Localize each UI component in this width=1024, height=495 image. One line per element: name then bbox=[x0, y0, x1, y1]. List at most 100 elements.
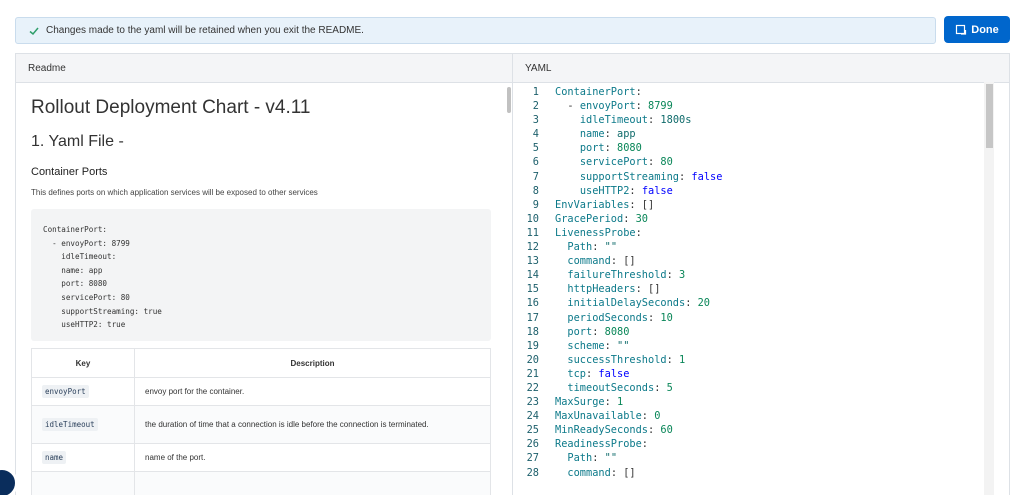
line-number: 15 bbox=[526, 283, 539, 296]
line-code[interactable]: MaxSurge: 1 bbox=[539, 395, 623, 409]
line-number: 18 bbox=[526, 325, 539, 338]
keys-table: Key Description envoyPort envoy port for… bbox=[31, 348, 491, 495]
line-code[interactable]: EnvVariables: [] bbox=[539, 198, 654, 212]
table-description: the duration of time that a connection i… bbox=[134, 405, 491, 444]
readme-header: Readme bbox=[28, 63, 66, 74]
line-number: 1 bbox=[532, 86, 539, 98]
yaml-line[interactable]: 13 command: [] bbox=[513, 254, 993, 268]
line-code[interactable]: MaxUnavailable: 0 bbox=[539, 409, 660, 423]
yaml-line[interactable]: 18 port: 8080 bbox=[513, 325, 993, 339]
line-code[interactable]: ContainerPort: bbox=[539, 85, 642, 99]
yaml-line[interactable]: 7 supportStreaming: false bbox=[513, 170, 993, 184]
yaml-line[interactable]: 22 timeoutSeconds: 5 bbox=[513, 381, 993, 395]
yaml-line[interactable]: 6 servicePort: 80 bbox=[513, 155, 993, 169]
yaml-line[interactable]: 10 GracePeriod: 30 bbox=[513, 212, 993, 226]
yaml-line[interactable]: 5 port: 8080 bbox=[513, 141, 993, 155]
check-icon bbox=[29, 27, 39, 35]
yaml-line[interactable]: 8 useHTTP2: false bbox=[513, 184, 993, 198]
line-code[interactable]: supportStreaming: false bbox=[539, 170, 723, 184]
table-key: name bbox=[42, 451, 67, 464]
line-code[interactable]: initialDelaySeconds: 20 bbox=[539, 296, 710, 310]
yaml-line[interactable]: 16 initialDelaySeconds: 20 bbox=[513, 296, 993, 310]
line-code[interactable]: MinReadySeconds: 60 bbox=[539, 423, 673, 437]
yaml-line[interactable]: 20 successThreshold: 1 bbox=[513, 353, 993, 367]
yaml-scrollbar-thumb[interactable] bbox=[986, 84, 993, 148]
line-number: 24 bbox=[526, 410, 539, 423]
line-code[interactable]: timeoutSeconds: 5 bbox=[539, 381, 672, 395]
table-row: envoyPort envoy port for the container. bbox=[31, 377, 491, 406]
yaml-line[interactable]: 4 name: app bbox=[513, 127, 993, 141]
line-number: 4 bbox=[532, 128, 539, 141]
line-number: 12 bbox=[526, 241, 539, 254]
line-code[interactable]: - envoyPort: 8799 bbox=[539, 99, 672, 113]
yaml-line[interactable]: 23 MaxSurge: 1 bbox=[513, 395, 993, 409]
line-code[interactable]: failureThreshold: 3 bbox=[539, 268, 685, 282]
line-code[interactable]: port: 8080 bbox=[539, 325, 629, 339]
done-button[interactable]: Done bbox=[944, 16, 1010, 43]
info-notice: Changes made to the yaml will be retaine… bbox=[15, 17, 936, 44]
line-code[interactable]: Path: "" bbox=[539, 240, 617, 254]
readme-scrollbar[interactable] bbox=[507, 87, 511, 113]
line-number: 8 bbox=[532, 184, 539, 197]
line-number: 17 bbox=[526, 311, 539, 324]
line-code[interactable]: GracePeriod: 30 bbox=[539, 212, 648, 226]
line-number: 20 bbox=[526, 353, 539, 366]
yaml-line[interactable]: 2 - envoyPort: 8799 bbox=[513, 99, 993, 113]
yaml-line[interactable]: 12 Path: "" bbox=[513, 240, 993, 254]
readme-yaml-panel: Readme YAML Rollout Deployment Chart - v… bbox=[15, 53, 1010, 495]
done-button-label: Done bbox=[971, 23, 999, 36]
line-code[interactable]: scheme: "" bbox=[539, 339, 629, 353]
yaml-line[interactable]: 25 MinReadySeconds: 60 bbox=[513, 423, 993, 437]
line-code[interactable]: LivenessProbe: bbox=[539, 226, 642, 240]
line-code[interactable]: name: app bbox=[539, 127, 636, 141]
readme-pane: Rollout Deployment Chart - v4.11 1. Yaml… bbox=[16, 83, 512, 495]
yaml-line[interactable]: 9 EnvVariables: [] bbox=[513, 198, 993, 212]
table-header-description: Description bbox=[134, 348, 491, 378]
line-number: 22 bbox=[526, 381, 539, 394]
line-code[interactable]: command: [] bbox=[539, 254, 635, 268]
yaml-line[interactable]: 24 MaxUnavailable: 0 bbox=[513, 409, 993, 423]
line-number: 16 bbox=[526, 297, 539, 310]
table-header-key: Key bbox=[31, 348, 135, 378]
line-number: 28 bbox=[526, 466, 539, 479]
line-code[interactable]: idleTimeout: 1800s bbox=[539, 113, 692, 127]
line-code[interactable]: command: [] bbox=[539, 466, 635, 480]
yaml-line[interactable]: 19 scheme: "" bbox=[513, 339, 993, 353]
yaml-line[interactable]: 27 Path: "" bbox=[513, 451, 993, 465]
line-number: 6 bbox=[532, 156, 539, 169]
line-code[interactable]: useHTTP2: false bbox=[539, 184, 673, 198]
line-number: 5 bbox=[532, 142, 539, 155]
yaml-line[interactable]: 28 command: [] bbox=[513, 466, 993, 480]
yaml-line[interactable]: 11 LivenessProbe: bbox=[513, 226, 993, 240]
table-description: envoy port for the container. bbox=[134, 377, 491, 406]
readme-code-block: ContainerPort: - envoyPort: 8799 idleTim… bbox=[31, 209, 491, 341]
line-number: 10 bbox=[526, 212, 539, 225]
line-number: 3 bbox=[532, 114, 539, 127]
table-description: name of the port. bbox=[134, 443, 491, 472]
yaml-line[interactable]: 15 httpHeaders: [] bbox=[513, 282, 993, 296]
line-code[interactable]: Path: "" bbox=[539, 451, 617, 465]
line-number: 9 bbox=[532, 198, 539, 211]
readme-section-heading: 1. Yaml File - bbox=[31, 133, 124, 150]
notice-text: Changes made to the yaml will be retaine… bbox=[46, 25, 364, 36]
line-code[interactable]: servicePort: 80 bbox=[539, 155, 673, 169]
yaml-line[interactable]: 14 failureThreshold: 3 bbox=[513, 268, 993, 282]
table-row: idleTimeout the duration of time that a … bbox=[31, 405, 491, 444]
yaml-line[interactable]: 1 ContainerPort: bbox=[513, 85, 993, 99]
line-code[interactable]: successThreshold: 1 bbox=[539, 353, 685, 367]
line-code[interactable]: port: 8080 bbox=[539, 141, 642, 155]
line-code[interactable]: httpHeaders: [] bbox=[539, 282, 660, 296]
line-code[interactable]: periodSeconds: 10 bbox=[539, 311, 672, 325]
line-number: 26 bbox=[526, 438, 539, 451]
yaml-line[interactable]: 21 tcp: false bbox=[513, 367, 993, 381]
line-code[interactable]: ReadinessProbe: bbox=[539, 437, 648, 451]
line-code[interactable]: tcp: false bbox=[539, 367, 629, 381]
line-number: 2 bbox=[532, 100, 539, 113]
yaml-code-lines[interactable]: 1 ContainerPort: 2 - envoyPort: 8799 3 idle… bbox=[513, 85, 993, 480]
yaml-line[interactable]: 3 idleTimeout: 1800s bbox=[513, 113, 993, 127]
yaml-editor[interactable]: 1 ContainerPort: 2 - envoyPort: 8799 3 idle… bbox=[513, 83, 1009, 495]
table-key: idleTimeout bbox=[42, 418, 98, 431]
yaml-line[interactable]: 26 ReadinessProbe: bbox=[513, 437, 993, 451]
line-number: 25 bbox=[526, 424, 539, 437]
yaml-line[interactable]: 17 periodSeconds: 10 bbox=[513, 311, 993, 325]
